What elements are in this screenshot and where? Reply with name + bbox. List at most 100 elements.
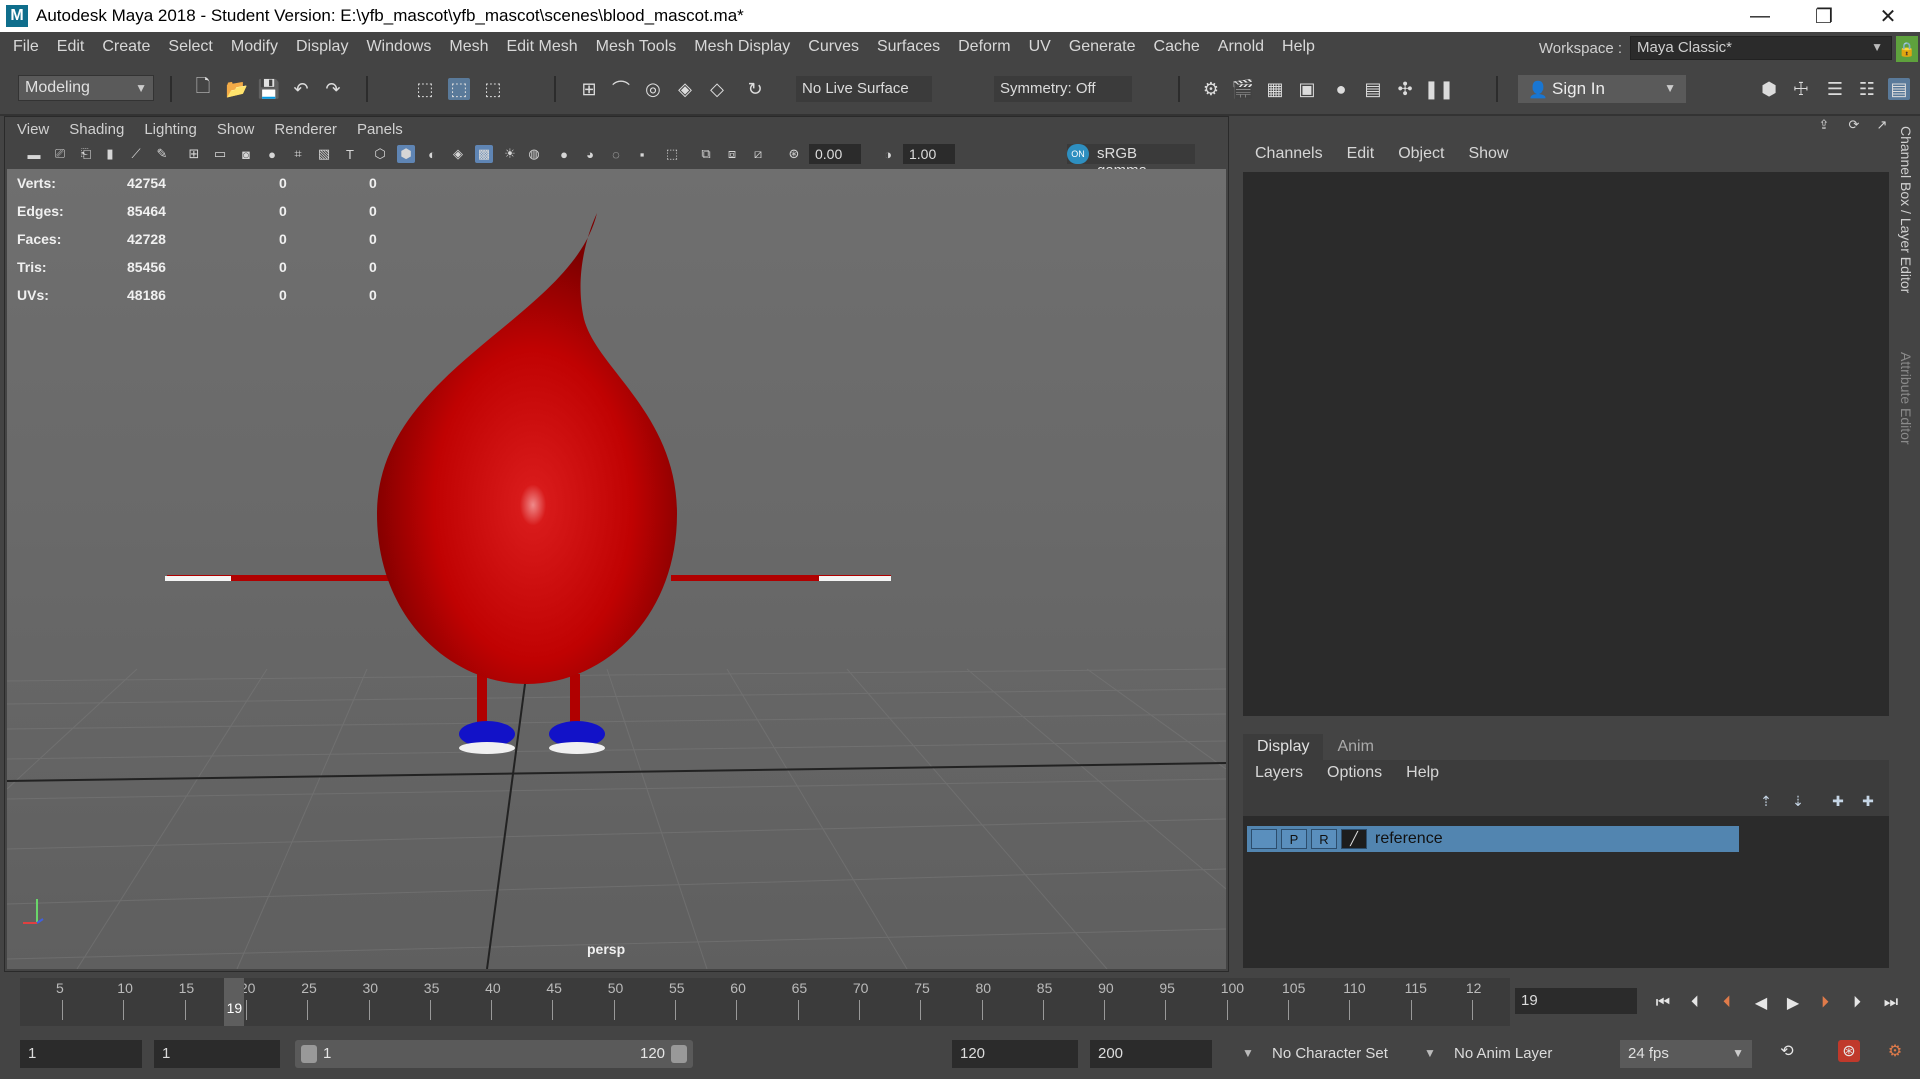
- screen-space-ao-icon[interactable]: ●: [555, 145, 573, 163]
- close-button[interactable]: ✕: [1856, 0, 1920, 32]
- save-scene-icon[interactable]: 💾: [258, 78, 280, 100]
- channel-box-expand-icon[interactable]: ↗: [1873, 116, 1891, 134]
- menu-modify[interactable]: Modify: [222, 38, 287, 56]
- auto-key-icon[interactable]: ⊛: [1838, 1040, 1860, 1062]
- camera-attributes-icon[interactable]: ⎚: [51, 145, 69, 163]
- side-tab-channel-box[interactable]: Channel Box / Layer Editor: [1898, 126, 1914, 293]
- channel-menu-object[interactable]: Object: [1386, 145, 1456, 163]
- field-chart-icon[interactable]: ⌗: [289, 145, 307, 163]
- ipr-render-icon[interactable]: ▦: [1264, 78, 1286, 100]
- playback-end-field[interactable]: 120: [952, 1040, 1078, 1068]
- play-backwards-icon[interactable]: ◀: [1750, 992, 1772, 1014]
- smooth-shade-icon[interactable]: ⬢: [397, 145, 415, 163]
- anti-aliasing-icon[interactable]: ◌: [607, 145, 625, 163]
- playback-start-field[interactable]: 1: [154, 1040, 280, 1068]
- menu-surfaces[interactable]: Surfaces: [868, 38, 949, 56]
- menu-help[interactable]: Help: [1273, 38, 1324, 56]
- isolate-select-icon[interactable]: ⬚: [663, 145, 681, 163]
- menu-mesh[interactable]: Mesh: [440, 38, 497, 56]
- layer-menu-options[interactable]: Options: [1315, 764, 1394, 782]
- render-sequence-icon[interactable]: ▤: [1362, 78, 1384, 100]
- layer-color-swatch-icon[interactable]: ╱: [1341, 829, 1367, 849]
- menu-generate[interactable]: Generate: [1060, 38, 1145, 56]
- animation-start-field[interactable]: 1: [20, 1040, 142, 1068]
- layer-row-reference[interactable]: P R ╱ reference: [1247, 826, 1739, 852]
- menu-mesh-display[interactable]: Mesh Display: [685, 38, 799, 56]
- step-forward-key-icon[interactable]: ⏵: [1814, 992, 1836, 1014]
- step-forward-frame-icon[interactable]: ⏵: [1846, 992, 1868, 1014]
- xray-icon[interactable]: ⧉: [697, 145, 715, 163]
- render-setup-icon[interactable]: ✣: [1394, 78, 1416, 100]
- menu-mesh-tools[interactable]: Mesh Tools: [587, 38, 686, 56]
- range-end-handle[interactable]: [671, 1045, 687, 1063]
- grease-pencil-icon[interactable]: ✎: [153, 145, 171, 163]
- motion-blur-icon[interactable]: ◕: [581, 145, 599, 163]
- channel-menu-show[interactable]: Show: [1456, 145, 1520, 163]
- snap-to-grid-icon[interactable]: ⊞: [578, 78, 600, 100]
- loop-icon[interactable]: ⟲: [1776, 1040, 1798, 1062]
- menu-file[interactable]: File: [0, 38, 48, 56]
- snap-to-curve-icon[interactable]: ⌒: [610, 78, 632, 100]
- menu-edit-mesh[interactable]: Edit Mesh: [497, 38, 586, 56]
- sign-in-dropdown[interactable]: 👤 Sign In: [1518, 75, 1686, 103]
- default-material-icon[interactable]: ◐: [423, 145, 441, 163]
- exposure-field[interactable]: 0.00: [809, 144, 861, 164]
- channel-box-pin-icon[interactable]: ⇪: [1815, 116, 1833, 134]
- live-surface-field[interactable]: No Live Surface: [796, 76, 932, 102]
- step-back-key-icon[interactable]: ⏴: [1716, 992, 1738, 1014]
- minimize-button[interactable]: —: [1728, 0, 1792, 32]
- panel-menu-show[interactable]: Show: [207, 121, 265, 138]
- snap-to-view-plane-icon[interactable]: ◈: [674, 78, 696, 100]
- playback-range-bar[interactable]: 1 120: [295, 1040, 693, 1068]
- layer-display-type-toggle[interactable]: R: [1311, 829, 1337, 849]
- render-view-icon[interactable]: ▣: [1296, 78, 1318, 100]
- anim-layer-dropdown[interactable]: No Anim Layer: [1424, 1040, 1596, 1068]
- channel-menu-channels[interactable]: Channels: [1243, 145, 1335, 163]
- channel-menu-edit[interactable]: Edit: [1335, 145, 1387, 163]
- grid-toggle-icon[interactable]: ⊞: [185, 145, 203, 163]
- two-d-pan-zoom-icon[interactable]: ⟋: [127, 145, 145, 163]
- lock-icon[interactable]: 🔒: [1896, 36, 1918, 62]
- viewport-scene[interactable]: [7, 169, 1226, 969]
- select-by-component-icon[interactable]: ⬚: [482, 78, 504, 100]
- bookmarks-icon[interactable]: ⎗: [77, 145, 95, 163]
- go-to-end-icon[interactable]: ⏭: [1880, 992, 1902, 1014]
- menu-uv[interactable]: UV: [1020, 38, 1060, 56]
- menu-arnold[interactable]: Arnold: [1209, 38, 1273, 56]
- channel-box-area[interactable]: [1243, 172, 1889, 716]
- play-forwards-icon[interactable]: ▶: [1782, 992, 1804, 1014]
- wireframe-on-shaded-icon[interactable]: ◈: [449, 145, 467, 163]
- menu-select[interactable]: Select: [159, 38, 221, 56]
- panel-menu-shading[interactable]: Shading: [59, 121, 134, 138]
- snap-together-icon[interactable]: ↻: [744, 78, 766, 100]
- make-live-icon[interactable]: ◇: [706, 78, 728, 100]
- current-time-indicator[interactable]: 19: [223, 978, 244, 1026]
- move-layer-down-icon[interactable]: ⇣: [1787, 792, 1809, 810]
- select-by-object-icon[interactable]: ⬚: [448, 78, 470, 100]
- layer-visibility-toggle[interactable]: [1251, 829, 1277, 849]
- animation-end-field[interactable]: 200: [1090, 1040, 1212, 1068]
- tab-display[interactable]: Display: [1243, 734, 1324, 760]
- menu-create[interactable]: Create: [93, 38, 159, 56]
- layer-name[interactable]: reference: [1375, 830, 1443, 848]
- move-layer-up-icon[interactable]: ⇡: [1755, 792, 1777, 810]
- menu-edit[interactable]: Edit: [48, 38, 94, 56]
- range-start-handle[interactable]: [301, 1045, 317, 1063]
- select-by-hierarchy-icon[interactable]: ⬚: [414, 78, 436, 100]
- symmetry-dropdown[interactable]: Symmetry: Off: [994, 76, 1132, 102]
- snap-to-point-icon[interactable]: ◎: [642, 78, 664, 100]
- current-frame-field[interactable]: 19: [1515, 988, 1637, 1014]
- menu-curves[interactable]: Curves: [799, 38, 868, 56]
- film-gate-icon[interactable]: ▭: [211, 145, 229, 163]
- render-current-frame-icon[interactable]: 🎬: [1232, 78, 1254, 100]
- channel-box-toggle-icon[interactable]: ▤: [1888, 78, 1910, 100]
- new-scene-icon[interactable]: 🗋: [192, 76, 214, 100]
- tab-anim[interactable]: Anim: [1323, 734, 1387, 760]
- panel-menu-lighting[interactable]: Lighting: [134, 121, 207, 138]
- workspace-dropdown[interactable]: Maya Classic*: [1630, 36, 1892, 60]
- wireframe-icon[interactable]: ⬡: [371, 145, 389, 163]
- undo-icon[interactable]: ↶: [290, 78, 312, 100]
- redo-icon[interactable]: ↷: [322, 78, 344, 100]
- open-scene-icon[interactable]: 📂: [226, 78, 248, 100]
- render-settings-icon[interactable]: ⚙: [1200, 78, 1222, 100]
